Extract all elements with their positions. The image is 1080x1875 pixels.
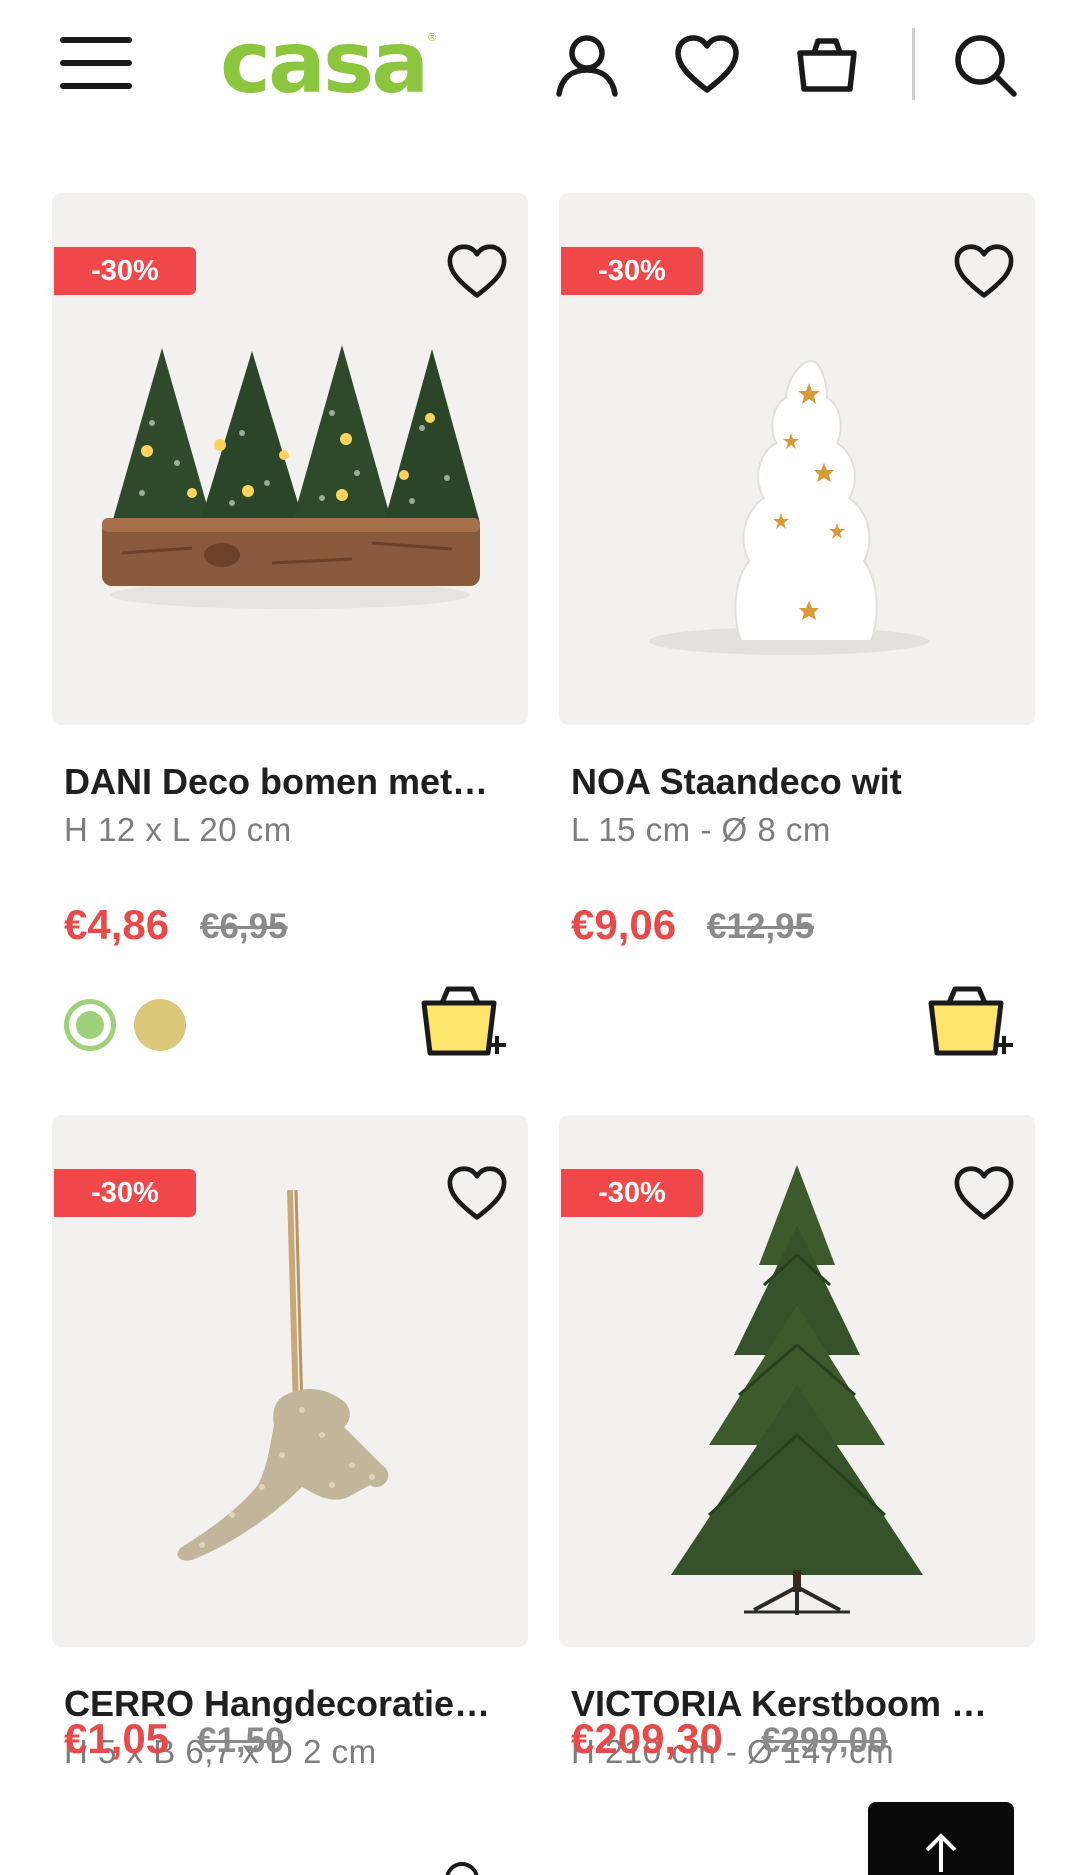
back-to-top-button[interactable] <box>868 1802 1014 1875</box>
original-price: €1,50 <box>197 1721 285 1760</box>
original-price: €299,00 <box>761 1721 888 1760</box>
logo-text: casa <box>220 13 429 113</box>
product-image-box[interactable]: -30% <box>559 193 1035 725</box>
heart-icon <box>954 1166 1014 1220</box>
color-swatch-green[interactable] <box>64 999 116 1051</box>
sale-price: €209,30 <box>571 1715 723 1762</box>
search-icon <box>955 35 1017 97</box>
add-to-wishlist-button[interactable] <box>444 1161 510 1227</box>
add-to-cart-icon <box>928 986 1013 1056</box>
add-to-cart-icon <box>421 986 506 1056</box>
add-to-cart-button[interactable] <box>418 983 508 1063</box>
shopping-bag-icon <box>797 38 857 92</box>
discount-badge: -30% <box>54 1169 196 1217</box>
product-title[interactable]: DANI Deco bomen met… <box>64 761 516 803</box>
search-button[interactable] <box>948 28 1022 102</box>
wishlist-button[interactable] <box>670 28 744 102</box>
product-title[interactable]: NOA Staandeco wit <box>571 761 1023 803</box>
heart-icon <box>447 244 507 298</box>
cart-button[interactable] <box>790 28 864 102</box>
logo-registered-mark: ® <box>428 32 437 44</box>
discount-badge: -30% <box>54 247 196 295</box>
user-icon <box>556 35 618 97</box>
original-price: €12,95 <box>707 907 815 946</box>
product-dimensions: H 12 x L 20 cm <box>64 811 292 848</box>
discount-badge: -30% <box>561 1169 703 1217</box>
add-to-wishlist-button[interactable] <box>951 239 1017 305</box>
add-to-wishlist-button[interactable] <box>951 1161 1017 1227</box>
header: casa ® <box>0 0 1080 130</box>
add-to-cart-button[interactable] <box>925 983 1015 1063</box>
sale-price: €4,86 <box>64 901 170 948</box>
product-image-box[interactable]: -30% <box>559 1115 1035 1647</box>
sale-price: €9,06 <box>571 901 677 948</box>
color-swatch-gold[interactable] <box>134 999 186 1051</box>
account-button[interactable] <box>550 28 624 102</box>
discount-badge: -30% <box>561 247 703 295</box>
menu-button[interactable] <box>56 30 136 96</box>
product-dimensions: L 15 cm - Ø 8 cm <box>571 811 831 848</box>
sale-price: €1,05 <box>64 1715 170 1762</box>
heart-icon <box>447 1166 507 1220</box>
add-to-wishlist-button[interactable] <box>444 239 510 305</box>
casa-logo[interactable]: casa ® <box>220 18 436 108</box>
product-image-box[interactable]: -30% <box>52 1115 528 1647</box>
original-price: €6,95 <box>200 907 288 946</box>
heart-icon <box>954 244 1014 298</box>
heart-icon <box>675 35 739 93</box>
arrow-up-icon <box>925 1833 957 1872</box>
partial-icon <box>445 1862 479 1875</box>
menu-icon <box>60 37 132 89</box>
header-divider <box>912 28 915 100</box>
product-image-box[interactable]: -30% <box>52 193 528 725</box>
